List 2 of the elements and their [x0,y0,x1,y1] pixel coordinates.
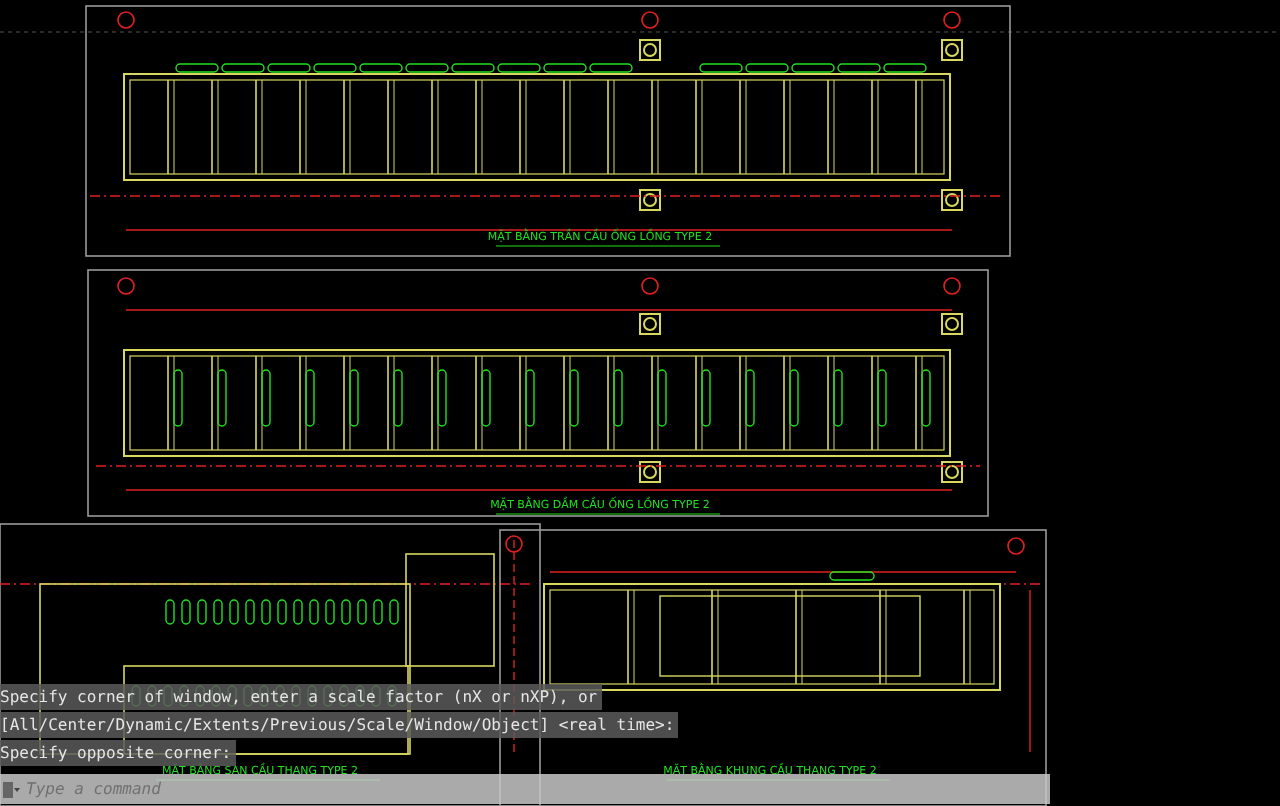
command-input-field[interactable]: Type a command [26,780,266,798]
command-prompt-icon[interactable] [2,779,20,799]
